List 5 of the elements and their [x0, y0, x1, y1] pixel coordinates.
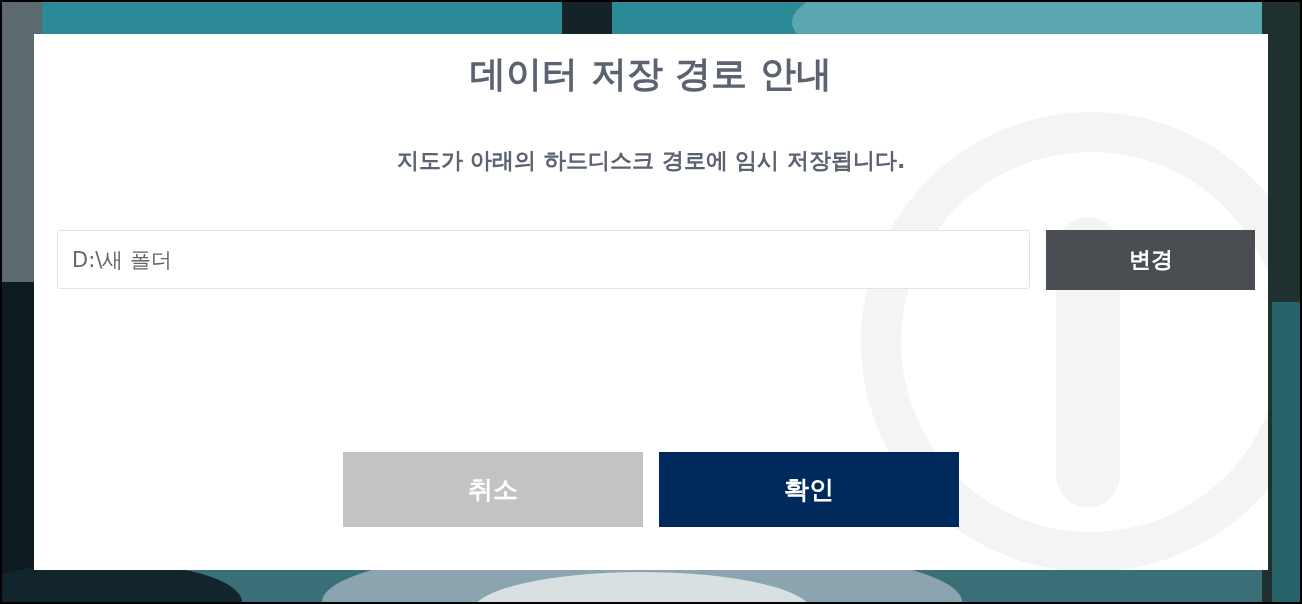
- path-field[interactable]: D:\새 폴더: [57, 230, 1030, 289]
- change-button[interactable]: 변경: [1046, 230, 1255, 290]
- confirm-button[interactable]: 확인: [659, 452, 959, 527]
- dialog-title: 데이터 저장 경로 안내: [470, 52, 832, 96]
- message-text: 지도가 아래의 하드디스크 경로에 임시 저장됩니다.: [396, 147, 906, 175]
